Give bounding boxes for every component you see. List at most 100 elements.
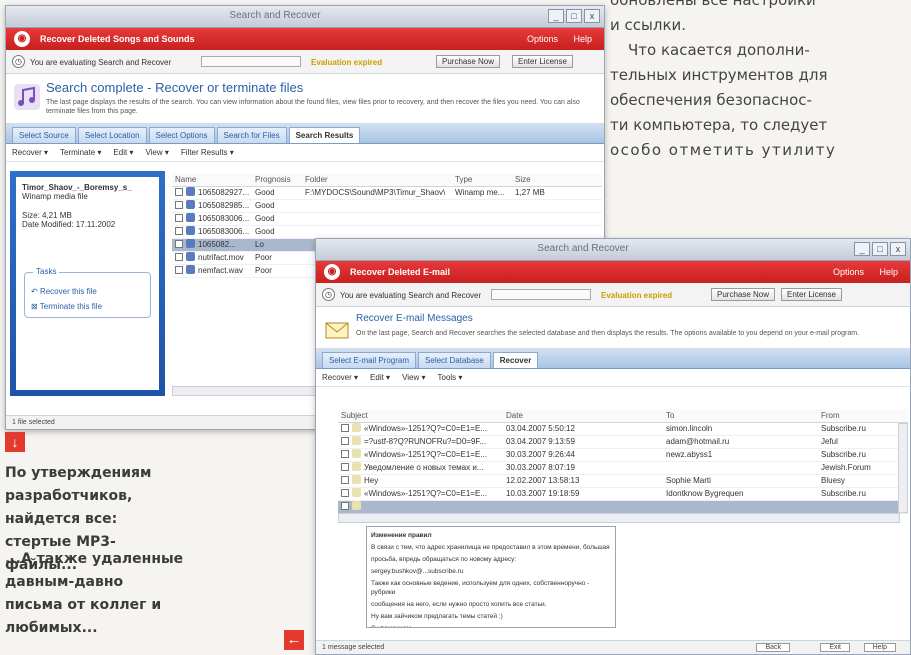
from-cell: Subscribe.ru bbox=[821, 424, 866, 433]
column-header-subject[interactable]: Subject bbox=[338, 409, 503, 422]
enter-license-button[interactable]: Enter License bbox=[781, 288, 842, 301]
row-checkbox[interactable] bbox=[341, 450, 349, 458]
column-header-to[interactable]: To bbox=[663, 409, 818, 422]
close-button[interactable]: x bbox=[890, 242, 906, 256]
help-link[interactable]: Help bbox=[879, 267, 898, 277]
column-header-date[interactable]: Date bbox=[503, 409, 663, 422]
view-menu[interactable]: View ▾ bbox=[402, 373, 425, 382]
column-header-folder[interactable]: Folder bbox=[302, 173, 452, 186]
purchase-now-button[interactable]: Purchase Now bbox=[436, 55, 501, 68]
selected-file-name: Timor_Shaov_-_Boremsy_s_ bbox=[22, 183, 132, 192]
message-subject: «Windows»-1251?Q?=C0=E1=E... bbox=[364, 489, 487, 498]
file-name: 1065083006... bbox=[198, 227, 250, 236]
tab-select-options[interactable]: Select Options bbox=[148, 127, 215, 143]
column-header-type[interactable]: Type bbox=[452, 173, 512, 186]
tab-select-location[interactable]: Select Location bbox=[77, 127, 147, 143]
row-checkbox[interactable] bbox=[175, 227, 183, 235]
tab-select-database[interactable]: Select Database bbox=[418, 352, 491, 368]
recover-menu[interactable]: Recover ▾ bbox=[322, 373, 358, 382]
table-header: Name Prognosis Folder Type Size bbox=[172, 173, 602, 187]
row-checkbox[interactable] bbox=[175, 240, 183, 248]
row-checkbox[interactable] bbox=[175, 214, 183, 222]
tasks-label: Tasks bbox=[33, 267, 60, 276]
recover-this-file-link[interactable]: ↶ Recover this file bbox=[31, 287, 144, 296]
maximize-button[interactable]: □ bbox=[566, 9, 582, 23]
tab-select-source[interactable]: Select Source bbox=[12, 127, 76, 143]
tab-search-for-files[interactable]: Search for Files bbox=[216, 127, 287, 143]
page-header: Recover E-mail Messages On the last page… bbox=[316, 307, 910, 349]
file-name: nemfact.wav bbox=[198, 266, 243, 275]
selected-file-size: Size: 4,21 MB bbox=[22, 211, 72, 220]
table-row[interactable]: 1065082927... Good F:\MYDOCS\Sound\MP3\Tim… bbox=[172, 187, 602, 200]
to-cell: newz.abyss1 bbox=[666, 450, 713, 459]
wizard-tabs: Select E-mail Program Select Database Re… bbox=[316, 349, 910, 369]
audio-file-icon bbox=[186, 187, 195, 196]
column-header-name[interactable]: Name bbox=[172, 173, 252, 186]
enter-license-button[interactable]: Enter License bbox=[512, 55, 573, 68]
subject-cell: Hey bbox=[338, 475, 503, 487]
edit-menu[interactable]: Edit ▾ bbox=[370, 373, 390, 382]
selected-file-date: Date Modified: 17.11.2002 bbox=[22, 220, 116, 229]
row-checkbox[interactable] bbox=[341, 476, 349, 484]
article-line: тельных инструментов для bbox=[610, 66, 828, 84]
tab-select-email-program[interactable]: Select E-mail Program bbox=[322, 352, 417, 368]
options-link[interactable]: Options bbox=[527, 34, 558, 44]
exit-button[interactable]: Exit bbox=[820, 643, 850, 652]
close-button[interactable]: x bbox=[584, 9, 600, 23]
from-cell bbox=[818, 501, 908, 513]
recover-menu[interactable]: Recover ▾ bbox=[12, 148, 48, 157]
table-row[interactable]: Уведомление о новых темах и... 30.03.2007… bbox=[338, 462, 908, 475]
tab-recover[interactable]: Recover bbox=[492, 352, 539, 368]
folder-cell bbox=[302, 226, 452, 238]
row-checkbox[interactable] bbox=[341, 489, 349, 497]
row-checkbox[interactable] bbox=[341, 424, 349, 432]
row-checkbox[interactable] bbox=[341, 463, 349, 471]
row-checkbox[interactable] bbox=[175, 253, 183, 261]
edit-menu[interactable]: Edit ▾ bbox=[113, 148, 133, 157]
page-title: Recover E-mail Messages bbox=[356, 313, 473, 324]
article-line: Что касается дополни- bbox=[628, 41, 810, 59]
view-menu[interactable]: View ▾ bbox=[145, 148, 168, 157]
table-row[interactable]: 1065082985... Good bbox=[172, 200, 602, 213]
envelope-icon bbox=[325, 322, 349, 339]
prognosis-cell: Good bbox=[255, 214, 275, 223]
subject-cell: «Windows»-1251?Q?=C0=E1=E... bbox=[338, 449, 503, 461]
minimize-button[interactable]: _ bbox=[548, 9, 564, 23]
row-checkbox[interactable] bbox=[175, 188, 183, 196]
minimize-button[interactable]: _ bbox=[854, 242, 870, 256]
row-checkbox[interactable] bbox=[341, 502, 349, 510]
help-button[interactable]: Help bbox=[863, 643, 896, 652]
row-checkbox[interactable] bbox=[341, 437, 349, 445]
window-title: Search and Recover bbox=[537, 243, 629, 254]
message-subject: Уведомление о новых темах и... bbox=[364, 463, 484, 472]
terminate-this-file-link[interactable]: ⊠ Terminate this file bbox=[31, 302, 144, 311]
horizontal-scrollbar[interactable] bbox=[338, 513, 900, 523]
terminate-menu[interactable]: Terminate ▾ bbox=[60, 148, 101, 157]
tools-menu[interactable]: Tools ▾ bbox=[438, 373, 463, 382]
to-cell bbox=[663, 462, 818, 474]
table-row[interactable]: Hey 12.02.2007 13:58:13 Sophie Marti Bluesy bbox=[338, 475, 908, 488]
filter-results-menu[interactable]: Filter Results ▾ bbox=[181, 148, 234, 157]
table-row[interactable]: «Windows»-1251?Q?=C0=E1=E... 30.03.2007 9… bbox=[338, 449, 908, 462]
envelope-icon bbox=[352, 501, 361, 510]
vertical-scrollbar[interactable] bbox=[898, 423, 908, 513]
table-row[interactable]: «Windows»-1251?Q?=C0=E1=E... 03.04.2007 5… bbox=[338, 423, 908, 436]
options-link[interactable]: Options bbox=[833, 267, 864, 277]
column-header-from[interactable]: From bbox=[818, 409, 908, 422]
purchase-now-button[interactable]: Purchase Now bbox=[711, 288, 776, 301]
evaluation-text: You are evaluating Search and Recover bbox=[30, 58, 172, 67]
search-recover-window-email: Search and Recover _ □ x ◉ Recover Delet… bbox=[315, 238, 911, 655]
row-checkbox[interactable] bbox=[175, 266, 183, 274]
tasks-box: Tasks ↶ Recover this file ⊠ Terminate th… bbox=[24, 267, 151, 318]
maximize-button[interactable]: □ bbox=[872, 242, 888, 256]
table-row[interactable]: 1065083006... Good bbox=[172, 213, 602, 226]
back-button[interactable]: Back bbox=[756, 643, 790, 652]
column-header-size[interactable]: Size bbox=[512, 173, 572, 186]
selected-file-type: Winamp media file bbox=[22, 192, 88, 201]
help-link[interactable]: Help bbox=[573, 34, 592, 44]
column-header-prognosis[interactable]: Prognosis bbox=[252, 173, 302, 186]
tab-search-results[interactable]: Search Results bbox=[288, 127, 361, 143]
row-checkbox[interactable] bbox=[175, 201, 183, 209]
table-row[interactable]: «Windows»-1251?Q?=C0=E1=E... 10.03.2007 1… bbox=[338, 488, 908, 501]
table-row[interactable]: =?ustf-8?Q?RUNOFRu?=D0=9F... 03.04.2007 9… bbox=[338, 436, 908, 449]
